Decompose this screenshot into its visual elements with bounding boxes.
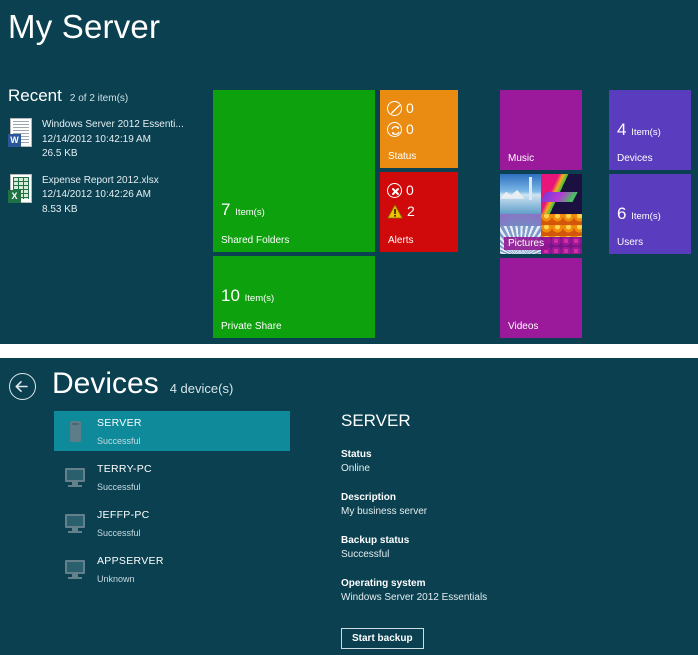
recent-item-size: 8.53 KB [42,204,78,215]
plug-circle-icon [387,101,402,116]
back-arrow-icon [14,378,31,395]
excel-document-icon: X [8,174,34,204]
devices-header: Devices 4 device(s) [52,366,233,402]
page-title: My Server [8,6,160,48]
error-circle-icon [387,183,402,198]
device-row-text: SERVER Successful [97,413,142,449]
tile-status[interactable]: 0 0 Status [380,90,458,168]
tile-shared-folders[interactable]: 7 Item(s) Shared Folders [213,90,375,252]
tile-pictures-label: Pictures [504,237,548,250]
recent-item[interactable]: X Expense Report 2012.xlsx 12/14/2012 10… [4,174,204,218]
tile-alerts-label: Alerts [388,235,414,246]
recent-item-name: Expense Report 2012.xlsx [42,175,159,186]
tile-shared-folders-label: Shared Folders [221,235,289,246]
device-row-jeffp-pc[interactable]: JEFFP-PC Successful [54,503,290,543]
device-name: JEFFP-PC [97,509,150,521]
alerts-error-value: 0 [406,182,414,198]
device-row-text: APPSERVER Unknown [97,551,164,587]
device-row-terry-pc[interactable]: TERRY-PC Successful [54,457,290,497]
status-row-plug: 0 [387,100,414,116]
device-detail-pane: SERVER Status Online Description My busi… [341,411,641,620]
alerts-row-warning: 2 [387,203,415,219]
recent-header: Recent 2 of 2 item(s) [4,86,204,106]
detail-field-label: Operating system [341,577,641,591]
word-badge-label: W [8,134,21,147]
server-tower-icon [64,420,86,442]
tile-devices[interactable]: 4 Item(s) Devices [609,90,691,170]
detail-field-operating-system: Operating system Windows Server 2012 Ess… [341,577,641,605]
status-plug-value: 0 [406,100,414,116]
tile-music-label: Music [508,153,534,164]
detail-field-description: Description My business server [341,491,641,519]
detail-field-value: Successful [341,548,641,562]
device-name: TERRY-PC [97,463,152,475]
excel-badge-label: X [8,190,21,203]
tile-pictures[interactable]: Pictures [500,174,582,254]
tile-devices-count: 4 Item(s) [617,120,661,140]
tile-private-share-count: 10 Item(s) [221,286,274,306]
monitor-icon [64,466,86,488]
detail-field-value: Online [341,462,641,476]
device-row-text: JEFFP-PC Successful [97,505,150,541]
tile-users-count: 6 Item(s) [617,204,661,224]
warning-triangle-icon [387,204,403,219]
tile-music[interactable]: Music [500,90,582,170]
recent-count: 2 of 2 item(s) [70,93,128,104]
tile-videos[interactable]: Videos [500,258,582,338]
device-row-text: TERRY-PC Successful [97,459,152,495]
tile-status-label: Status [388,151,416,162]
detail-field-label: Backup status [341,534,641,548]
monitor-icon [64,558,86,580]
picture-thumbnail [500,174,541,214]
panel-separator [0,344,698,358]
tile-private-share[interactable]: 10 Item(s) Private Share [213,256,375,338]
device-status: Successful [97,436,141,446]
device-name: SERVER [97,417,142,429]
device-name: APPSERVER [97,555,164,567]
recent-section: Recent 2 of 2 item(s) W Windows Server 2… [4,86,204,217]
detail-field-status: Status Online [341,448,641,476]
device-row-appserver[interactable]: APPSERVER Unknown [54,549,290,589]
recent-item-size: 26.5 KB [42,148,78,159]
picture-thumbnail [541,174,582,214]
tile-shared-folders-count: 7 Item(s) [221,200,265,220]
alerts-row-error: 0 [387,182,414,198]
device-row-server[interactable]: SERVER Successful [54,411,290,451]
devices-title: Devices [52,366,159,402]
status-row-sync: 0 [387,121,414,137]
tile-videos-label: Videos [508,321,538,332]
back-button[interactable] [9,373,36,400]
device-status: Successful [97,528,141,538]
status-sync-value: 0 [406,121,414,137]
monitor-icon [64,512,86,534]
detail-field-value: My business server [341,505,641,519]
tile-private-share-label: Private Share [221,321,282,332]
alerts-warning-value: 2 [407,203,415,219]
recent-item-name: Windows Server 2012 Essenti... [42,119,184,130]
tile-users-label: Users [617,237,643,248]
detail-device-name: SERVER [341,411,641,431]
tile-users[interactable]: 6 Item(s) Users [609,174,691,254]
sync-circle-icon [387,122,402,137]
device-status: Successful [97,482,141,492]
recent-item-timestamp: 12/14/2012 10:42:26 AM [42,189,151,200]
recent-item[interactable]: W Windows Server 2012 Essenti... 12/14/2… [4,118,204,162]
device-list: SERVER Successful TERRY-PC Successful JE… [54,411,290,589]
devices-count: 4 device(s) [170,381,234,396]
recent-title: Recent [8,86,62,106]
tile-devices-label: Devices [617,153,653,164]
detail-field-label: Description [341,491,641,505]
tile-alerts[interactable]: 0 2 Alerts [380,172,458,252]
word-document-icon: W [8,118,34,148]
detail-field-label: Status [341,448,641,462]
recent-item-timestamp: 12/14/2012 10:42:19 AM [42,134,151,145]
device-status: Unknown [97,574,135,584]
recent-item-meta: Windows Server 2012 Essenti... 12/14/201… [42,118,184,162]
recent-item-meta: Expense Report 2012.xlsx 12/14/2012 10:4… [42,174,159,218]
dashboard-panel: My Server Recent 2 of 2 item(s) W Window… [0,0,698,344]
detail-field-value: Windows Server 2012 Essentials [341,591,641,605]
detail-field-backup-status: Backup status Successful [341,534,641,562]
start-backup-button[interactable]: Start backup [341,628,424,649]
